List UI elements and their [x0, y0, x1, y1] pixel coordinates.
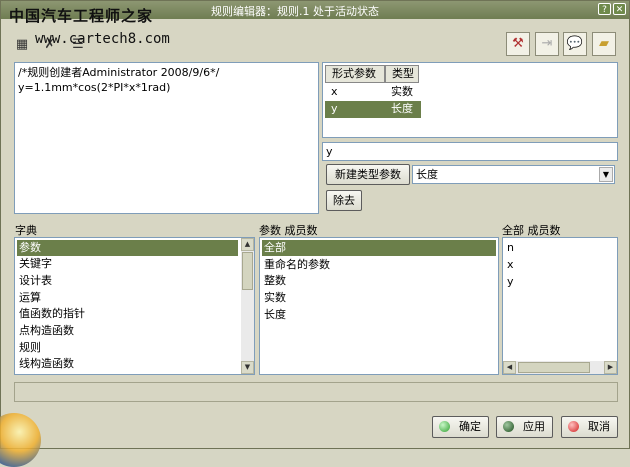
- apply-button[interactable]: 应用: [496, 416, 553, 438]
- help-button[interactable]: ?: [598, 3, 611, 15]
- table-row-selected[interactable]: y 长度: [325, 101, 421, 118]
- list-item[interactable]: 设计表: [17, 273, 238, 289]
- ruler-icon[interactable]: ▦: [11, 34, 33, 56]
- editor-line: y=1.1mm*cos(2*PI*x*1rad): [18, 81, 171, 94]
- status-bar: [14, 382, 618, 402]
- remove-button[interactable]: 除去: [326, 190, 362, 211]
- list-item[interactable]: 点构造函数: [17, 323, 238, 339]
- arrow-tool-button[interactable]: ⇥: [535, 32, 559, 56]
- formal-parameters-table: 形式参数 类型 x 实数 y 长度: [322, 62, 618, 138]
- all-members-label: 全部 成员数: [502, 224, 561, 237]
- cancel-light-icon: [568, 421, 579, 432]
- scroll-thumb[interactable]: [518, 362, 590, 373]
- list-item[interactable]: x: [505, 257, 615, 273]
- column-header-param[interactable]: 形式参数: [325, 65, 385, 83]
- all-members-hscrollbar[interactable]: ◀ ▶: [503, 361, 617, 374]
- list-item[interactable]: 值函数的指针: [17, 306, 238, 322]
- dictionary-list[interactable]: 参数 关键字 设计表 运算 值函数的指针 点构造函数 规则 线构造函数 ▲ ▼: [14, 237, 255, 375]
- list-item[interactable]: y: [505, 274, 615, 290]
- comment-tool-button[interactable]: 💬: [563, 32, 587, 56]
- scroll-left-icon[interactable]: ◀: [503, 361, 516, 374]
- dictionary-scrollbar[interactable]: ▲ ▼: [241, 238, 254, 374]
- all-members-list[interactable]: n x y ◀ ▶: [502, 237, 618, 375]
- select-icon: ⚒: [512, 36, 524, 51]
- list-item[interactable]: 实数: [262, 290, 496, 306]
- apply-label: 应用: [523, 420, 545, 433]
- cancel-label: 取消: [588, 420, 610, 433]
- eraser-icon: ▰: [599, 36, 609, 51]
- type-select-value: 长度: [416, 168, 438, 181]
- ok-light-icon: [439, 421, 450, 432]
- param-name: y: [331, 102, 338, 115]
- rule-text-editor[interactable]: /*规则创建者Administrator 2008/9/6*/ y=1.1mm*…: [14, 62, 319, 214]
- cancel-button[interactable]: 取消: [561, 416, 618, 438]
- param-name: x: [331, 85, 338, 98]
- rule-editor-window: 规则编辑器：规则.1 处于活动状态 ? ✕ 中国汽车工程师之家 ▦ ✗ ☰ ww…: [0, 0, 630, 467]
- type-select[interactable]: 长度 ▼: [412, 165, 615, 184]
- catia-logo: [0, 413, 41, 467]
- comment-icon: 💬: [566, 36, 584, 51]
- new-type-param-button[interactable]: 新建类型参数: [326, 164, 410, 185]
- scroll-up-icon[interactable]: ▲: [241, 238, 254, 251]
- list-item[interactable]: 长度: [262, 307, 496, 323]
- members-label: 参数 成员数: [259, 224, 318, 237]
- scroll-down-icon[interactable]: ▼: [241, 361, 254, 374]
- watermark-url: www.cartech8.com: [35, 31, 170, 47]
- ok-label: 确定: [459, 420, 481, 433]
- table-row[interactable]: x 实数: [325, 84, 421, 100]
- list-item[interactable]: 重命名的参数: [262, 257, 496, 273]
- arrow-icon: ⇥: [541, 36, 553, 51]
- dictionary-label: 字典: [15, 224, 37, 237]
- scroll-right-icon[interactable]: ▶: [604, 361, 617, 374]
- members-list[interactable]: 全部 重命名的参数 整数 实数 长度: [259, 237, 499, 375]
- list-item[interactable]: 规则: [17, 340, 238, 356]
- watermark-title: 中国汽车工程师之家: [9, 7, 154, 25]
- list-item[interactable]: 整数: [262, 273, 496, 289]
- list-item[interactable]: 线构造函数: [17, 356, 238, 372]
- select-tool-button[interactable]: ⚒: [506, 32, 530, 56]
- list-item[interactable]: 全部: [262, 240, 496, 256]
- chevron-down-icon[interactable]: ▼: [599, 167, 613, 182]
- editor-line: /*规则创建者Administrator 2008/9/6*/: [18, 66, 220, 79]
- param-type: 长度: [391, 102, 413, 115]
- eraser-tool-button[interactable]: ▰: [592, 32, 616, 56]
- apply-light-icon: [503, 421, 514, 432]
- column-header-type[interactable]: 类型: [385, 65, 419, 83]
- close-button[interactable]: ✕: [613, 3, 626, 15]
- param-name-input[interactable]: y: [322, 142, 618, 161]
- list-item[interactable]: 参数: [17, 240, 238, 256]
- param-type: 实数: [391, 85, 413, 98]
- list-item[interactable]: 运算: [17, 290, 238, 306]
- list-item[interactable]: n: [505, 240, 615, 256]
- ok-button[interactable]: 确定: [432, 416, 489, 438]
- list-item[interactable]: 关键字: [17, 256, 238, 272]
- scroll-thumb[interactable]: [242, 252, 253, 290]
